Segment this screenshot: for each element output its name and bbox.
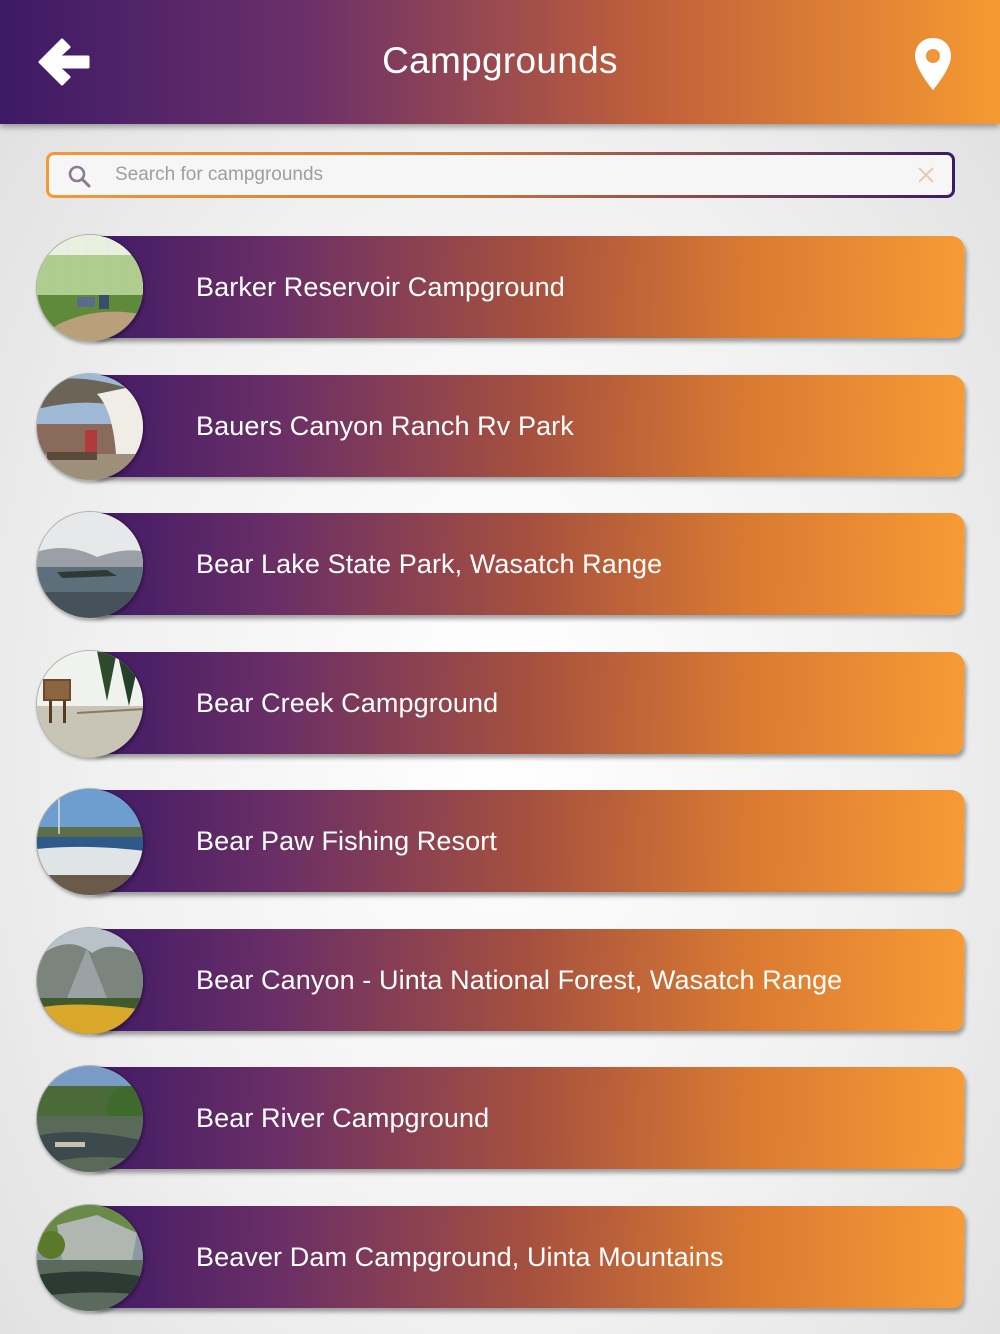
map-pin-icon	[915, 38, 951, 90]
campground-name: Bear River Campground	[196, 1103, 490, 1133]
list-item[interactable]: Bear Paw Fishing Resort	[36, 788, 966, 896]
campground-thumbnail	[36, 788, 144, 896]
campground-name: Bauers Canyon Ranch Rv Park	[196, 411, 574, 441]
campground-thumbnail	[36, 1204, 144, 1312]
search-bar	[46, 152, 955, 198]
list-item[interactable]: Barker Reservoir Campground	[36, 234, 966, 342]
list-item[interactable]: Bear Canyon - Uinta National Forest, Was…	[36, 927, 966, 1035]
campground-thumbnail	[36, 234, 144, 342]
campground-name: Barker Reservoir Campground	[196, 272, 565, 302]
list-item[interactable]: Bauers Canyon Ranch Rv Park	[36, 373, 966, 481]
campground-name: Bear Paw Fishing Resort	[196, 826, 497, 856]
clear-search-icon[interactable]	[916, 165, 936, 185]
campground-thumbnail	[36, 511, 144, 619]
campground-name: Bear Lake State Park, Wasatch Range	[196, 549, 663, 579]
search-field-container	[49, 155, 952, 195]
list-item[interactable]: Bear Creek Campground	[36, 650, 966, 758]
campground-name: Bear Canyon - Uinta National Forest, Was…	[196, 965, 843, 995]
list-item[interactable]: Bear Lake State Park, Wasatch Range	[36, 511, 966, 619]
search-input[interactable]	[115, 155, 895, 195]
campground-thumbnail	[36, 650, 144, 758]
app-header: Campgrounds	[0, 0, 1000, 124]
campground-thumbnail	[36, 927, 144, 1035]
list-item[interactable]: Beaver Dam Campground, Uinta Mountains	[36, 1204, 966, 1312]
campground-name: Beaver Dam Campground, Uinta Mountains	[196, 1242, 724, 1272]
search-icon	[68, 165, 91, 188]
campground-thumbnail	[36, 373, 144, 481]
campground-name: Bear Creek Campground	[196, 688, 499, 718]
campground-thumbnail	[36, 1065, 144, 1173]
page-title: Campgrounds	[382, 40, 618, 81]
map-button[interactable]	[912, 36, 954, 92]
list-item[interactable]: Bear River Campground	[36, 1065, 966, 1173]
